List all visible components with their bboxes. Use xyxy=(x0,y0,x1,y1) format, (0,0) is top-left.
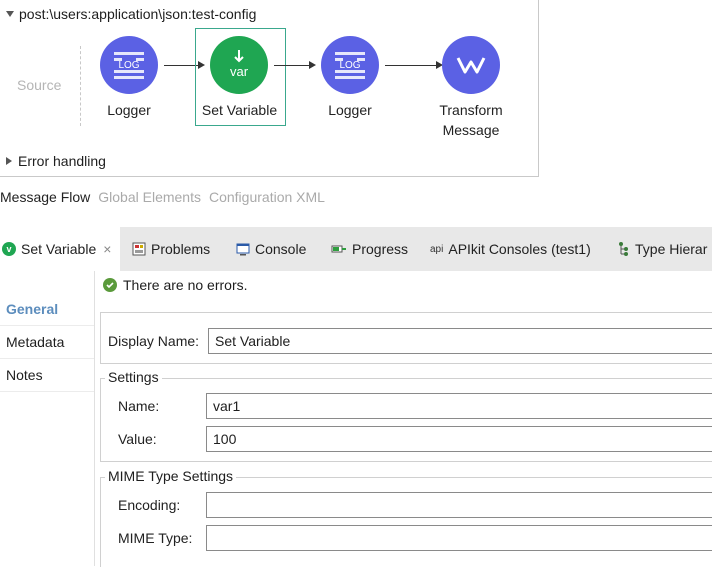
close-icon[interactable]: × xyxy=(103,241,111,257)
tab-message-flow[interactable]: Message Flow xyxy=(0,189,90,205)
status-text: There are no errors. xyxy=(123,277,248,293)
progress-icon xyxy=(331,245,346,253)
flow-header[interactable]: post:\users:application\json:test-config xyxy=(6,6,256,22)
settings-title: Settings xyxy=(105,369,162,385)
source-divider xyxy=(80,46,81,126)
display-name-label: Display Name: xyxy=(108,333,200,349)
var-icon-text: var xyxy=(230,64,249,79)
source-placeholder[interactable]: Source xyxy=(17,77,61,93)
log-icon: LOG xyxy=(114,52,144,79)
api-icon: api xyxy=(430,243,444,255)
tab-problems[interactable]: Problems xyxy=(132,227,210,271)
value-input[interactable]: 100 xyxy=(206,426,712,452)
log-icon-text: LOG xyxy=(118,60,139,71)
tab-progress[interactable]: Progress xyxy=(331,227,408,271)
var-icon: var xyxy=(230,50,249,79)
tab-label: Problems xyxy=(151,241,211,257)
properties-nav: General Metadata Notes xyxy=(0,271,95,566)
console-icon xyxy=(236,243,250,256)
nav-metadata[interactable]: Metadata xyxy=(0,326,94,359)
tab-label: Type Hierar xyxy=(635,241,708,257)
tab-configuration-xml[interactable]: Configuration XML xyxy=(209,189,325,205)
mime-type-label: MIME Type: xyxy=(118,530,193,546)
panel-tab-strip: v Set Variable × Problems Console Progre… xyxy=(0,227,712,271)
node-label: Set Variable xyxy=(201,102,278,118)
check-icon xyxy=(103,278,117,292)
tab-global-elements[interactable]: Global Elements xyxy=(98,189,201,205)
logger-node-2[interactable]: LOG xyxy=(321,36,379,94)
flow-arrow xyxy=(385,65,437,66)
node-label: Logger xyxy=(107,102,151,118)
tab-set-variable[interactable]: v Set Variable × xyxy=(0,227,120,271)
error-handling-label: Error handling xyxy=(18,153,106,169)
name-label: Name: xyxy=(118,398,160,414)
logger-node-1[interactable]: LOG xyxy=(100,36,158,94)
name-input[interactable]: var1 xyxy=(206,393,712,419)
set-variable-icon: v xyxy=(2,242,16,256)
mime-type-input[interactable] xyxy=(206,525,712,551)
encoding-input[interactable] xyxy=(206,492,712,518)
log-icon: LOG xyxy=(335,52,365,79)
problems-icon xyxy=(132,242,146,256)
tab-console[interactable]: Console xyxy=(236,227,306,271)
node-label-line2: Message xyxy=(442,122,500,138)
value-label: Value: xyxy=(118,431,157,447)
tab-label: APIkit Consoles (test1) xyxy=(448,241,591,257)
node-label-line1: Transform xyxy=(439,102,503,118)
encoding-label: Encoding: xyxy=(118,497,181,513)
tab-type-hierarchy[interactable]: Type Hierar xyxy=(618,227,707,271)
collapse-triangle-icon[interactable] xyxy=(6,11,14,17)
node-label: Transform Message xyxy=(426,100,516,140)
error-handling-toggle[interactable]: Error handling xyxy=(6,153,106,169)
tab-label: Progress xyxy=(352,241,409,257)
display-name-input[interactable]: Set Variable xyxy=(208,328,712,354)
tab-label: Console xyxy=(255,241,307,257)
mime-settings-title: MIME Type Settings xyxy=(105,468,237,484)
flow-arrow xyxy=(274,65,310,66)
nav-notes[interactable]: Notes xyxy=(0,359,94,392)
nav-general[interactable]: General xyxy=(0,293,94,326)
type-hierarchy-icon xyxy=(619,242,628,256)
flow-title: post:\users:application\json:test-config xyxy=(19,6,257,22)
node-label: Logger xyxy=(328,102,372,118)
transform-message-node[interactable] xyxy=(442,36,500,94)
log-icon-text: LOG xyxy=(339,60,360,71)
tab-label: Set Variable xyxy=(21,241,97,257)
transform-icon xyxy=(456,57,486,74)
set-variable-node[interactable]: var xyxy=(210,36,268,94)
editor-tabs: Message Flow Global Elements Configurati… xyxy=(0,189,325,205)
expand-triangle-icon[interactable] xyxy=(6,157,12,165)
mime-settings-group xyxy=(100,477,712,567)
tab-apikit-consoles[interactable]: api APIkit Consoles (test1) xyxy=(430,227,591,271)
arrow-head-icon xyxy=(309,61,316,69)
validation-status: There are no errors. xyxy=(103,277,248,293)
